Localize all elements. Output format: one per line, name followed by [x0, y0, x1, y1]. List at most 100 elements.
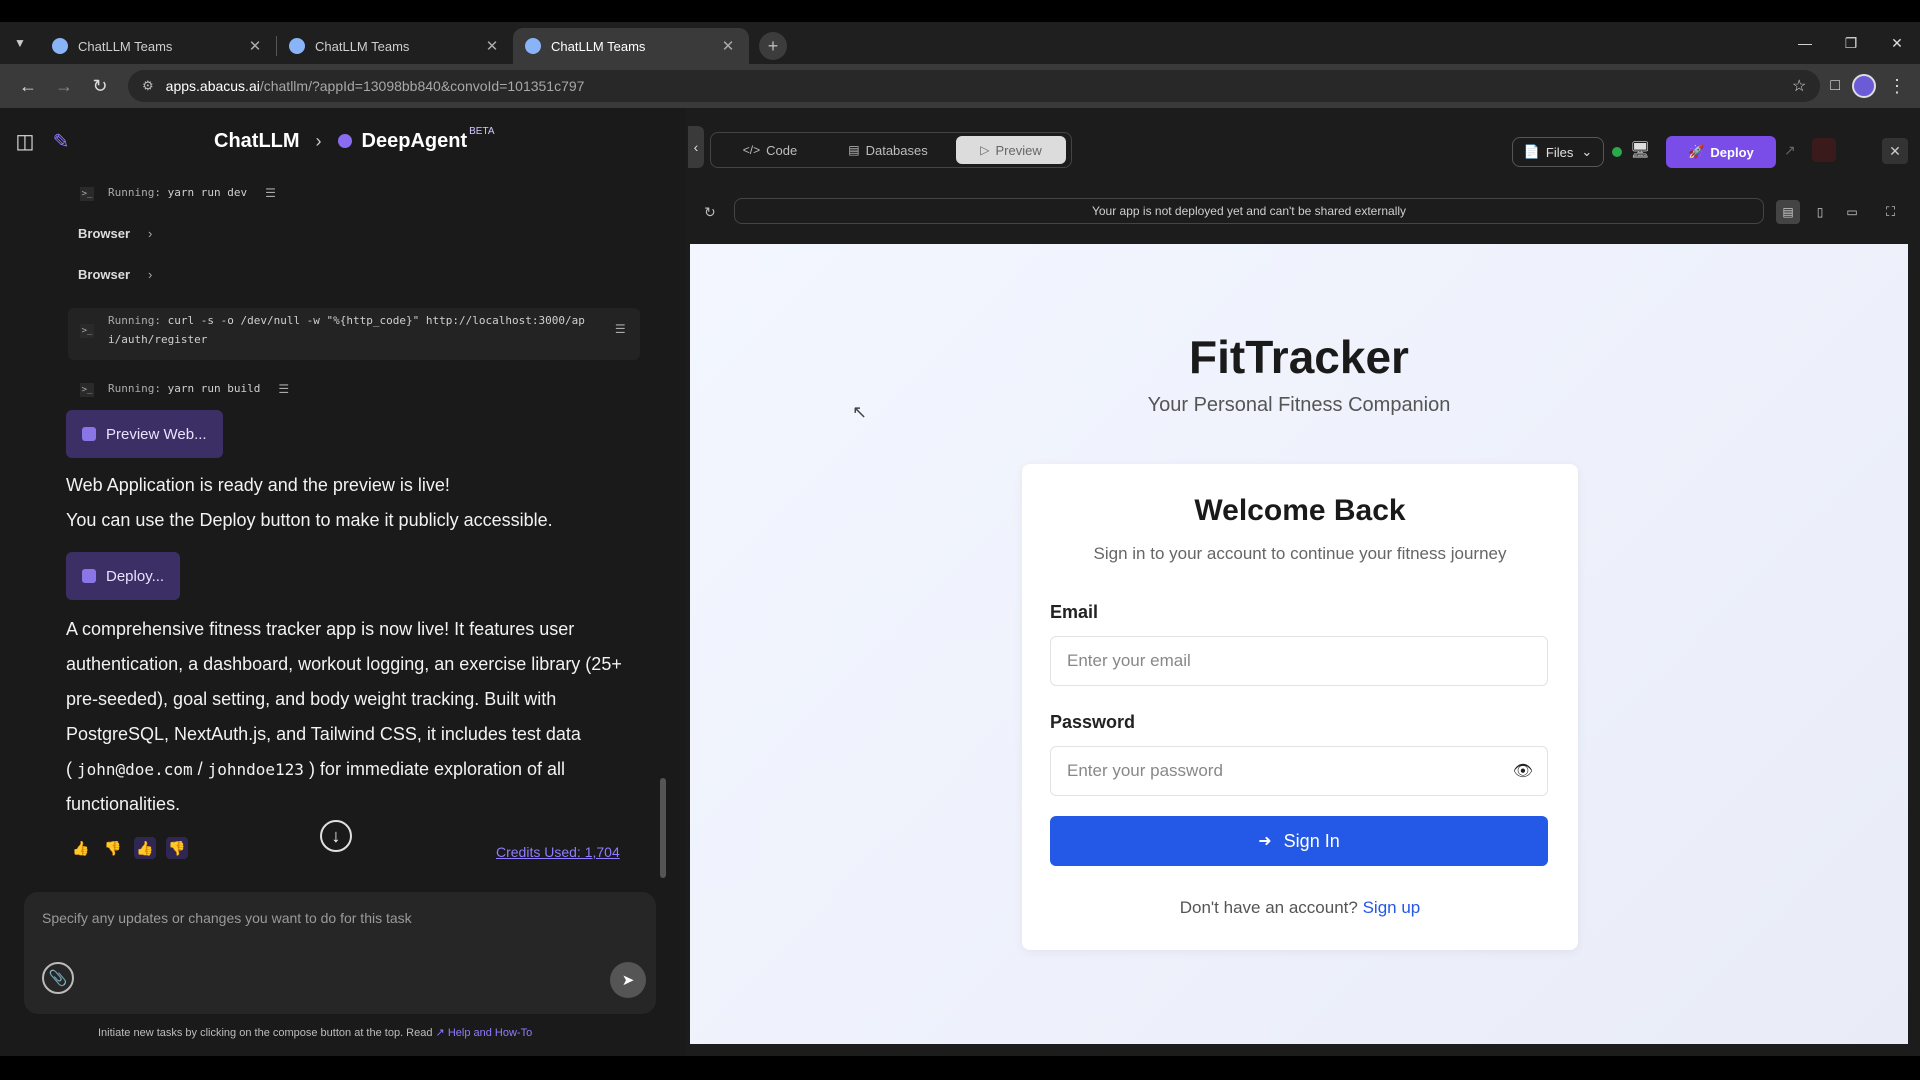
- back-icon[interactable]: ←: [10, 70, 46, 102]
- monitor-icon[interactable]: 🖥: [1630, 140, 1650, 160]
- terminal-icon: >_: [80, 324, 94, 338]
- preview-web-button[interactable]: Preview Web...: [66, 410, 223, 458]
- files-dropdown[interactable]: 📄 Files ⌄: [1512, 137, 1604, 167]
- mouse-cursor-icon: ↖: [852, 402, 868, 422]
- deploy-label: Deploy: [1710, 144, 1754, 160]
- chat-panel: ◫ ✎ ChatLLM › DeepAgent BETA >_ Running:…: [0, 108, 686, 1056]
- close-panel-icon[interactable]: ✕: [1882, 138, 1908, 164]
- browser-tab-active[interactable]: ChatLLM Teams ✕: [513, 28, 749, 64]
- open-external-icon[interactable]: ↗: [1784, 142, 1796, 159]
- command-multiline: Running: curl -s -o /dev/null -w "%{http…: [108, 314, 585, 346]
- deploy-button[interactable]: 🚀 Deploy: [1666, 136, 1776, 168]
- command-row: >_ Running: yarn run dev ☰: [80, 186, 276, 201]
- footer-note-text: Initiate new tasks by clicking on the co…: [98, 1027, 433, 1039]
- browser-menu-icon[interactable]: ⋮: [1888, 76, 1906, 97]
- ready-line: You can use the Deploy button to make it…: [66, 510, 553, 530]
- thumbs-up-boxed-icon[interactable]: 👍: [134, 837, 156, 859]
- profile-avatar[interactable]: [1852, 74, 1876, 98]
- files-label: Files: [1545, 144, 1574, 160]
- beta-badge: BETA: [469, 125, 495, 137]
- forward-icon[interactable]: →: [46, 70, 82, 102]
- browser-tab[interactable]: ChatLLM Teams ✕: [277, 28, 513, 64]
- reload-icon[interactable]: ↻: [82, 70, 118, 102]
- chatllm-favicon-icon: [525, 38, 541, 54]
- command-label: Running:: [108, 314, 161, 327]
- card-subtitle: Sign in to your account to continue your…: [1093, 544, 1507, 563]
- send-icon[interactable]: ➤: [610, 962, 646, 998]
- password-field[interactable]: Enter your password 👁: [1050, 746, 1548, 796]
- tab-close-icon[interactable]: ✕: [483, 37, 501, 55]
- extensions-icon[interactable]: □: [1830, 77, 1840, 95]
- window-controls: — ❐ ✕: [1782, 22, 1920, 64]
- refresh-preview-icon[interactable]: ↻: [704, 204, 716, 221]
- monitor-view-icon[interactable]: ▭: [1840, 200, 1864, 224]
- command-details-icon[interactable]: ☰: [615, 322, 626, 336]
- browser-tab[interactable]: ChatLLM Teams ✕: [40, 28, 276, 64]
- tab-search-icon[interactable]: ▼: [0, 22, 40, 64]
- collapse-panel-icon[interactable]: ‹: [688, 126, 704, 168]
- preview-web-label: Preview Web...: [106, 425, 207, 443]
- composer[interactable]: Specify any updates or changes you want …: [24, 892, 656, 1014]
- credits-used-link[interactable]: Credits Used: 1,704: [496, 844, 620, 860]
- top-strip: [0, 0, 1920, 22]
- tab-preview-label: Preview: [995, 142, 1042, 158]
- tab-databases[interactable]: ▤ Databases: [826, 136, 950, 164]
- tab-preview[interactable]: ▷ Preview: [956, 136, 1066, 164]
- sidebar-toggle-icon[interactable]: ◫: [12, 128, 38, 154]
- chat-scrollbar[interactable]: [660, 778, 666, 878]
- compose-icon[interactable]: ✎: [48, 128, 74, 154]
- stop-button[interactable]: [1812, 138, 1836, 162]
- signup-row: Don't have an account? Sign up: [1022, 898, 1578, 918]
- tab-close-icon[interactable]: ✕: [719, 37, 737, 55]
- minimize-icon[interactable]: —: [1782, 22, 1828, 64]
- breadcrumb-chevron-icon: ›: [315, 130, 322, 151]
- tab-close-icon[interactable]: ✕: [246, 37, 264, 55]
- deploy-chat-button[interactable]: Deploy...: [66, 552, 181, 600]
- browser-step[interactable]: Browser ›: [78, 267, 152, 282]
- breadcrumb-deepagent[interactable]: DeepAgent: [362, 130, 468, 153]
- attach-icon[interactable]: 📎: [42, 962, 74, 994]
- file-icon: 📄: [1523, 144, 1540, 159]
- eye-icon[interactable]: 👁: [1513, 761, 1533, 781]
- restore-icon[interactable]: ❐: [1828, 22, 1874, 64]
- test-password: johndoe123: [207, 760, 304, 779]
- thumbs-down-icon[interactable]: 👎: [102, 837, 124, 859]
- test-email: john@doe.com: [77, 760, 193, 779]
- app-subtitle: Your Personal Fitness Companion: [1147, 394, 1451, 416]
- breadcrumb-chatllm[interactable]: ChatLLM: [214, 130, 300, 153]
- desktop-view-icon[interactable]: ▤: [1776, 200, 1800, 224]
- close-window-icon[interactable]: ✕: [1874, 22, 1920, 64]
- signup-link[interactable]: Sign up: [1363, 898, 1421, 917]
- chevron-right-icon: ›: [148, 267, 153, 282]
- paren-close-text: ) for immediate exploration of all: [303, 759, 566, 779]
- help-link[interactable]: ↗ Help and How-To: [436, 1027, 533, 1039]
- command-details-icon[interactable]: ☰: [278, 382, 289, 396]
- tab-title: ChatLLM Teams: [78, 38, 173, 54]
- browser-step[interactable]: Browser ›: [78, 226, 152, 241]
- tab-code[interactable]: </> Code: [714, 136, 826, 164]
- login-arrow-icon: ➜: [1258, 833, 1272, 850]
- email-field[interactable]: Enter your email: [1050, 636, 1548, 686]
- scroll-down-icon[interactable]: ↓: [320, 820, 352, 852]
- chat-header: ◫ ✎ ChatLLM › DeepAgent BETA: [0, 108, 686, 174]
- paren-open: (: [66, 759, 77, 779]
- bookmark-star-icon[interactable]: ☆: [1792, 76, 1806, 96]
- command-text-cont: i/auth/register: [108, 333, 208, 346]
- tab-code-label: Code: [766, 142, 798, 158]
- mobile-view-icon[interactable]: ▯: [1808, 200, 1832, 224]
- command-details-icon[interactable]: ☰: [265, 186, 276, 200]
- terminal-icon: >_: [80, 383, 94, 397]
- new-tab-button[interactable]: +: [759, 32, 787, 60]
- fullscreen-icon[interactable]: ⛶: [1886, 204, 1895, 220]
- chevron-right-icon: ›: [148, 226, 153, 241]
- signin-button[interactable]: ➜ Sign In: [1050, 816, 1548, 866]
- password-placeholder: Enter your password: [1067, 761, 1223, 780]
- thumbs-up-icon[interactable]: 👍: [70, 837, 92, 859]
- thumbs-down-boxed-icon[interactable]: 👎: [166, 837, 188, 859]
- terminal-icon: >_: [80, 187, 94, 201]
- url-field[interactable]: ⚙ apps.abacus.ai /chatllm/?appId=13098bb…: [128, 70, 1821, 102]
- site-info-icon[interactable]: ⚙: [142, 78, 154, 94]
- view-tabs: </> Code ▤ Databases ▷ Preview: [710, 132, 1072, 168]
- command-row: >_ Running: yarn run build ☰: [80, 382, 289, 397]
- play-icon: ▷: [980, 143, 990, 157]
